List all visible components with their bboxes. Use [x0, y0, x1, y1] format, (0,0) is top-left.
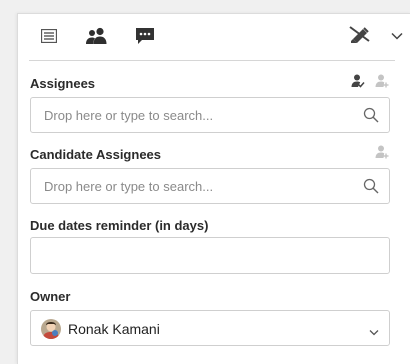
candidate-assignees-actions [375, 145, 389, 164]
due-dates-label: Due dates reminder (in days) [30, 218, 209, 233]
add-user-icon[interactable] [375, 74, 389, 93]
toolbar-divider [29, 60, 395, 61]
candidate-assignees-placeholder: Drop here or type to search... [44, 179, 214, 194]
assignees-actions [351, 74, 389, 93]
list-icon [41, 29, 57, 43]
assignees-label: Assignees [30, 76, 96, 91]
owner-select[interactable]: Ronak Kamani [30, 310, 390, 346]
assignees-search-input[interactable]: Drop here or type to search... [30, 97, 390, 133]
panel-toolbar [18, 14, 410, 58]
add-user-icon[interactable] [375, 145, 389, 164]
toolbar-actions [349, 24, 403, 48]
due-dates-input[interactable] [30, 237, 390, 274]
tab-assignments[interactable] [84, 22, 110, 50]
assign-to-me-icon[interactable] [351, 74, 365, 93]
chat-icon [135, 27, 155, 45]
assignees-placeholder: Drop here or type to search... [44, 108, 214, 123]
tab-comments[interactable] [132, 22, 158, 50]
search-icon [363, 107, 379, 128]
owner-label: Owner [30, 289, 71, 304]
people-icon [85, 27, 109, 45]
edit-disabled-icon[interactable] [349, 25, 371, 48]
owner-name: Ronak Kamani [68, 321, 160, 337]
chevron-down-icon[interactable] [391, 27, 403, 45]
candidate-assignees-search-input[interactable]: Drop here or type to search... [30, 168, 390, 204]
chevron-down-icon [369, 323, 379, 341]
avatar [41, 319, 61, 339]
properties-panel: Assignees Drop here or type to search... [17, 13, 410, 364]
tab-details[interactable] [36, 22, 62, 50]
candidate-assignees-label: Candidate Assignees [30, 147, 162, 162]
search-icon [363, 178, 379, 199]
